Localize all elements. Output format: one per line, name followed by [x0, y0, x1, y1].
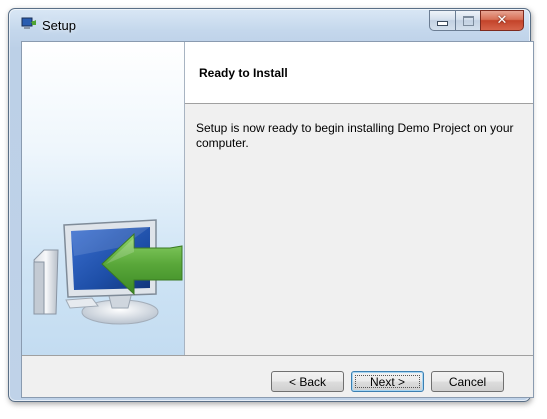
wizard-header: Ready to Install — [185, 42, 533, 104]
caption-buttons: ✕ — [429, 10, 524, 31]
back-button[interactable]: < Back — [271, 371, 344, 392]
page-title: Ready to Install — [199, 66, 288, 80]
minimize-button[interactable] — [429, 10, 455, 31]
setup-app-icon — [21, 17, 37, 31]
window-title: Setup — [42, 18, 76, 33]
minimize-icon — [437, 21, 448, 26]
maximize-icon — [462, 15, 474, 26]
wizard-side-panel — [22, 42, 185, 355]
setup-window: Setup ✕ Ready to Install Setup is now re… — [8, 8, 534, 402]
wizard-client-area: Ready to Install Setup is now ready to b… — [21, 41, 534, 398]
footer-divider — [22, 355, 533, 356]
maximize-button[interactable] — [455, 10, 480, 31]
next-button[interactable]: Next > — [351, 371, 424, 392]
cancel-button[interactable]: Cancel — [431, 371, 504, 392]
ready-message: Setup is now ready to begin installing D… — [196, 121, 514, 150]
title-bar[interactable]: Setup ✕ — [9, 9, 530, 39]
computer-install-arrow-icon — [33, 219, 183, 325]
close-button[interactable]: ✕ — [480, 10, 524, 31]
focus-rectangle — [355, 375, 420, 388]
cancel-button-label: Cancel — [448, 374, 487, 389]
back-button-label: < Back — [288, 374, 327, 389]
close-icon: ✕ — [496, 13, 508, 28]
